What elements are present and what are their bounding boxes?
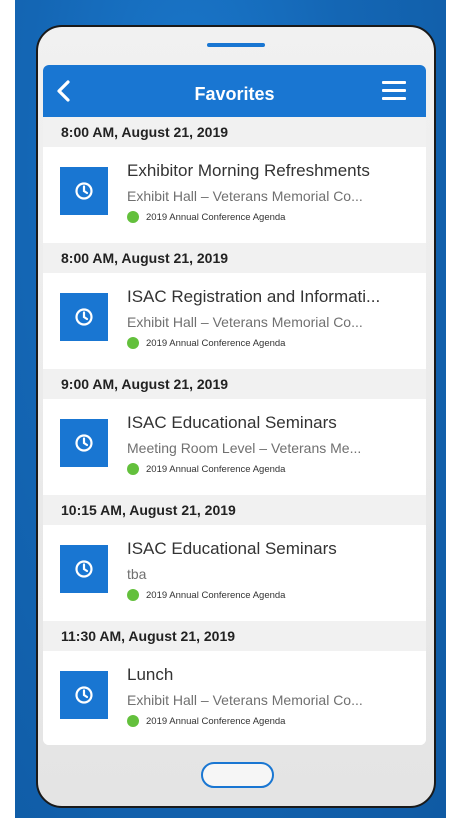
- item-location: Exhibit Hall – Veterans Memorial Co...: [127, 314, 363, 330]
- item-location: Meeting Room Level – Veterans Me...: [127, 440, 362, 456]
- home-button[interactable]: [201, 762, 274, 788]
- item-tag-label: 2019 Annual Conference Agenda: [146, 211, 286, 223]
- menu-button[interactable]: [382, 80, 408, 102]
- app-screen: Favorites 8:00 AM, August 21, 2019 Exhib…: [43, 65, 426, 745]
- item-tag-label: 2019 Annual Conference Agenda: [146, 463, 286, 475]
- clock-icon: [60, 419, 108, 467]
- item-tag: 2019 Annual Conference Agenda: [127, 463, 285, 475]
- list-item[interactable]: ISAC Registration and Informati... Exhib…: [43, 273, 426, 369]
- list-item[interactable]: ISAC Educational Seminars tba 2019 Annua…: [43, 525, 426, 621]
- date-header: 11:30 AM, August 21, 2019: [43, 621, 426, 651]
- date-header: 8:00 AM, August 21, 2019: [43, 243, 426, 273]
- item-tag: 2019 Annual Conference Agenda: [127, 211, 285, 223]
- date-header: 10:15 AM, August 21, 2019: [43, 495, 426, 525]
- item-title: ISAC Educational Seminars: [127, 413, 337, 432]
- item-tag: 2019 Annual Conference Agenda: [127, 589, 285, 601]
- clock-icon: [60, 671, 108, 719]
- list-item[interactable]: Exhibitor Morning Refreshments Exhibit H…: [43, 147, 426, 243]
- item-tag-label: 2019 Annual Conference Agenda: [146, 715, 286, 727]
- date-header: 8:00 AM, August 21, 2019: [43, 117, 426, 147]
- date-header: 9:00 AM, August 21, 2019: [43, 369, 426, 399]
- clock-icon: [60, 293, 108, 341]
- clock-icon: [60, 545, 108, 593]
- item-tag: 2019 Annual Conference Agenda: [127, 337, 285, 349]
- item-location: Exhibit Hall – Veterans Memorial Co...: [127, 692, 363, 708]
- item-location: tba: [127, 566, 147, 582]
- phone-speaker: [207, 43, 265, 47]
- green-dot-icon: [127, 211, 139, 223]
- clock-icon: [60, 167, 108, 215]
- green-dot-icon: [127, 463, 139, 475]
- item-tag: 2019 Annual Conference Agenda: [127, 715, 285, 727]
- app-header: Favorites: [43, 65, 426, 117]
- item-title: ISAC Registration and Informati...: [127, 287, 381, 306]
- list-item[interactable]: Lunch Exhibit Hall – Veterans Memorial C…: [43, 651, 426, 745]
- green-dot-icon: [127, 715, 139, 727]
- page-title: Favorites: [194, 84, 275, 104]
- item-tag-label: 2019 Annual Conference Agenda: [146, 589, 286, 601]
- item-title: ISAC Educational Seminars: [127, 539, 337, 558]
- list-item[interactable]: ISAC Educational Seminars Meeting Room L…: [43, 399, 426, 495]
- green-dot-icon: [127, 337, 139, 349]
- item-location: Exhibit Hall – Veterans Memorial Co...: [127, 188, 363, 204]
- item-title: Exhibitor Morning Refreshments: [127, 161, 370, 180]
- favorites-list: 8:00 AM, August 21, 2019 Exhibitor Morni…: [43, 117, 426, 745]
- green-dot-icon: [127, 589, 139, 601]
- item-title: Lunch: [127, 665, 174, 684]
- item-tag-label: 2019 Annual Conference Agenda: [146, 337, 286, 349]
